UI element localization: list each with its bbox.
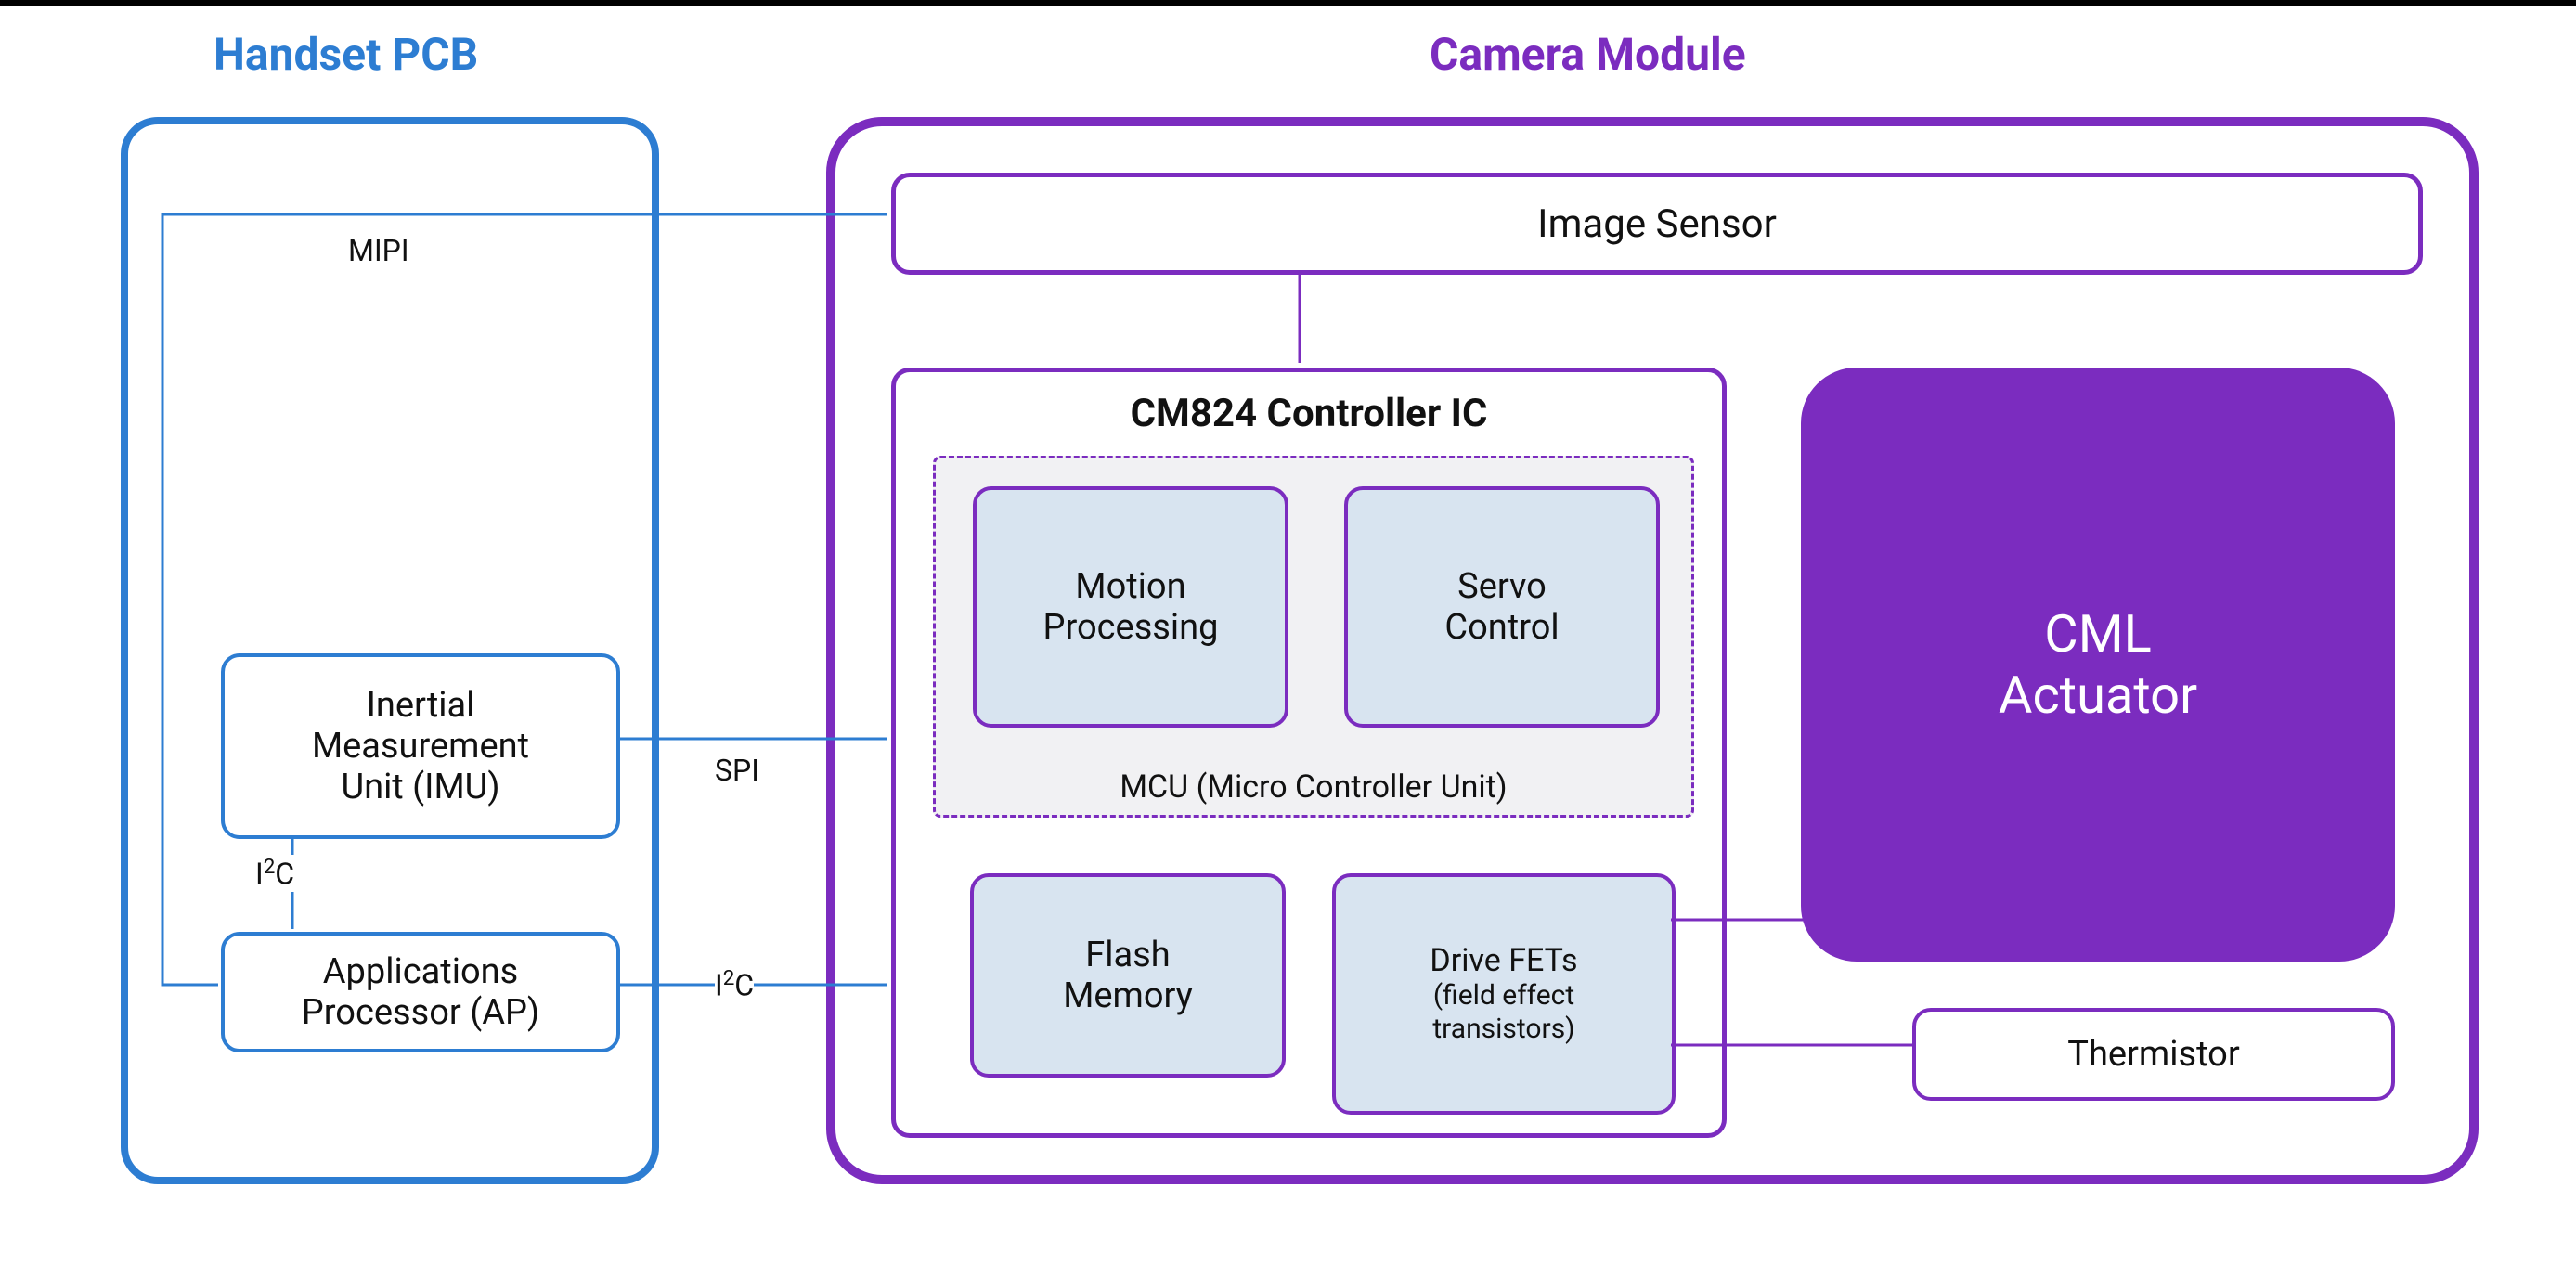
motion-processing-label: MotionProcessing [1043, 566, 1219, 648]
flash-memory-label: FlashMemory [1063, 935, 1193, 1016]
cml-actuator-label: CMLActuator [1999, 603, 2197, 726]
thermistor-label: Thermistor [2067, 1034, 2239, 1075]
ap-block: ApplicationsProcessor (AP) [221, 932, 620, 1052]
controller-ic-block: CM824 Controller IC MotionProcessing Ser… [891, 368, 1727, 1138]
controller-ic-title: CM824 Controller IC [896, 391, 1722, 436]
bus-label-mipi: MIPI [348, 233, 409, 268]
drive-fets-sublabel: (field effecttransistors) [1430, 979, 1577, 1046]
camera-module-container: Image Sensor CM824 Controller IC MotionP… [826, 117, 2479, 1184]
title-handset-pcb: Handset PCB [214, 28, 478, 81]
cml-actuator-block: CMLActuator [1801, 368, 2395, 962]
flash-memory-block: FlashMemory [970, 873, 1286, 1078]
handset-pcb-container: InertialMeasurementUnit (IMU) Applicatio… [121, 117, 659, 1184]
drive-fets-block: Drive FETs (field effecttransistors) [1332, 873, 1676, 1115]
image-sensor-block: Image Sensor [891, 173, 2423, 275]
drive-fets-label: Drive FETs [1430, 942, 1577, 980]
bus-label-i2c-imu: I2C [255, 855, 294, 892]
image-sensor-label: Image Sensor [1537, 201, 1777, 247]
imu-block: InertialMeasurementUnit (IMU) [221, 653, 620, 839]
mcu-box: MotionProcessing ServoControl MCU (Micro… [933, 456, 1694, 818]
servo-control-label: ServoControl [1444, 566, 1559, 648]
thermistor-block: Thermistor [1912, 1008, 2395, 1101]
mcu-label: MCU (Micro Controller Unit) [936, 768, 1691, 806]
imu-label: InertialMeasurementUnit (IMU) [312, 685, 529, 807]
bus-label-spi: SPI [715, 753, 759, 788]
motion-processing-block: MotionProcessing [973, 486, 1288, 728]
bus-label-i2c-ap: I2C [715, 966, 754, 1003]
servo-control-block: ServoControl [1344, 486, 1660, 728]
ap-label: ApplicationsProcessor (AP) [302, 951, 539, 1033]
title-camera-module: Camera Module [1430, 28, 1746, 81]
